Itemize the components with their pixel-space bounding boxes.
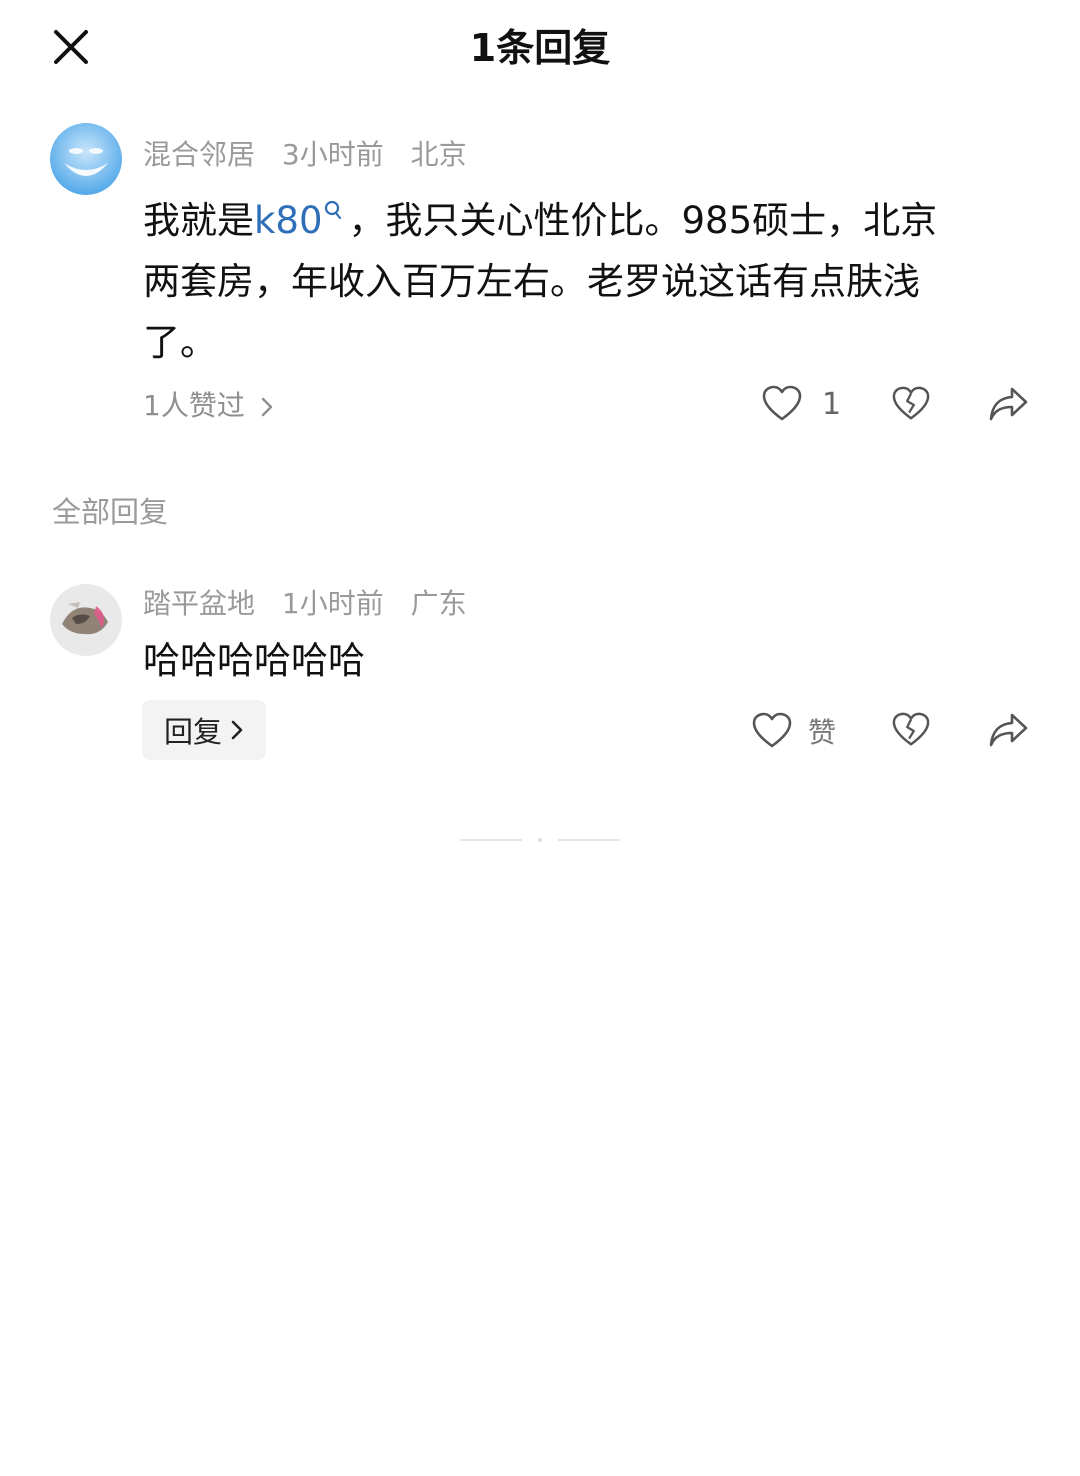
broken-heart-icon (892, 712, 930, 746)
comment-time: 3小时前 (281, 138, 384, 171)
reply-button[interactable]: 回复 (142, 700, 266, 760)
reply-location: 广东 (410, 587, 467, 620)
broken-heart-icon (892, 386, 930, 420)
end-of-list-divider (460, 838, 620, 842)
share-icon (989, 387, 1028, 421)
comment-text-line1-rest: ，我只关心性价比。985硕士，北京 (348, 199, 938, 242)
heart-icon (752, 712, 792, 748)
page-title: 1条回复 (469, 26, 611, 70)
comment-text-start: 我就是 (143, 199, 254, 242)
share-button[interactable] (988, 385, 1028, 423)
like-count: 1 (822, 386, 842, 422)
avatar-image (50, 123, 122, 195)
reply-username[interactable]: 踏平盆地 (143, 587, 255, 620)
reply-dislike-button[interactable] (892, 711, 930, 749)
username[interactable]: 混合邻居 (143, 138, 255, 171)
dislike-button[interactable] (892, 385, 930, 423)
reply-like-label: 赞 (808, 716, 837, 749)
reply-share-button[interactable] (988, 711, 1028, 749)
chevron-right-icon (231, 720, 243, 740)
comment-line-1: 我就是k80 ，我只关心性价比。985硕士，北京 (143, 190, 1023, 251)
keyword-link[interactable]: k80 (254, 199, 323, 242)
avatar-image (50, 584, 122, 656)
search-icon (324, 200, 341, 220)
reply-like-button[interactable]: 赞 (752, 711, 836, 751)
reply-button-label: 回复 (163, 715, 222, 749)
avatar[interactable] (50, 123, 122, 195)
heart-icon (762, 385, 802, 421)
like-button[interactable]: 1 (762, 385, 841, 423)
chevron-right-icon (261, 397, 272, 417)
comment-location: 北京 (410, 138, 467, 171)
comment-line-3: 了。 (143, 321, 217, 364)
reply-time: 1小时前 (281, 587, 384, 620)
likers-link[interactable]: 1人赞过 (143, 388, 274, 424)
likers-label: 1人赞过 (143, 389, 245, 422)
comment-meta: 混合邻居 3小时前 北京 (143, 137, 485, 173)
comment-line-2: 两套房，年收入百万左右。老罗说这话有点肤浅 (143, 260, 920, 303)
reply-avatar[interactable] (50, 584, 122, 656)
share-icon (989, 713, 1028, 747)
reply-meta: 踏平盆地 1小时前 广东 (143, 586, 485, 622)
header: 1条回复 (0, 0, 1080, 96)
replies-section-title: 全部回复 (52, 495, 169, 529)
reply-text: 哈哈哈哈哈哈 (143, 639, 365, 682)
comment-text: 我就是k80 ，我只关心性价比。985硕士，北京 两套房，年收入百万左右。老罗说… (143, 190, 1023, 373)
